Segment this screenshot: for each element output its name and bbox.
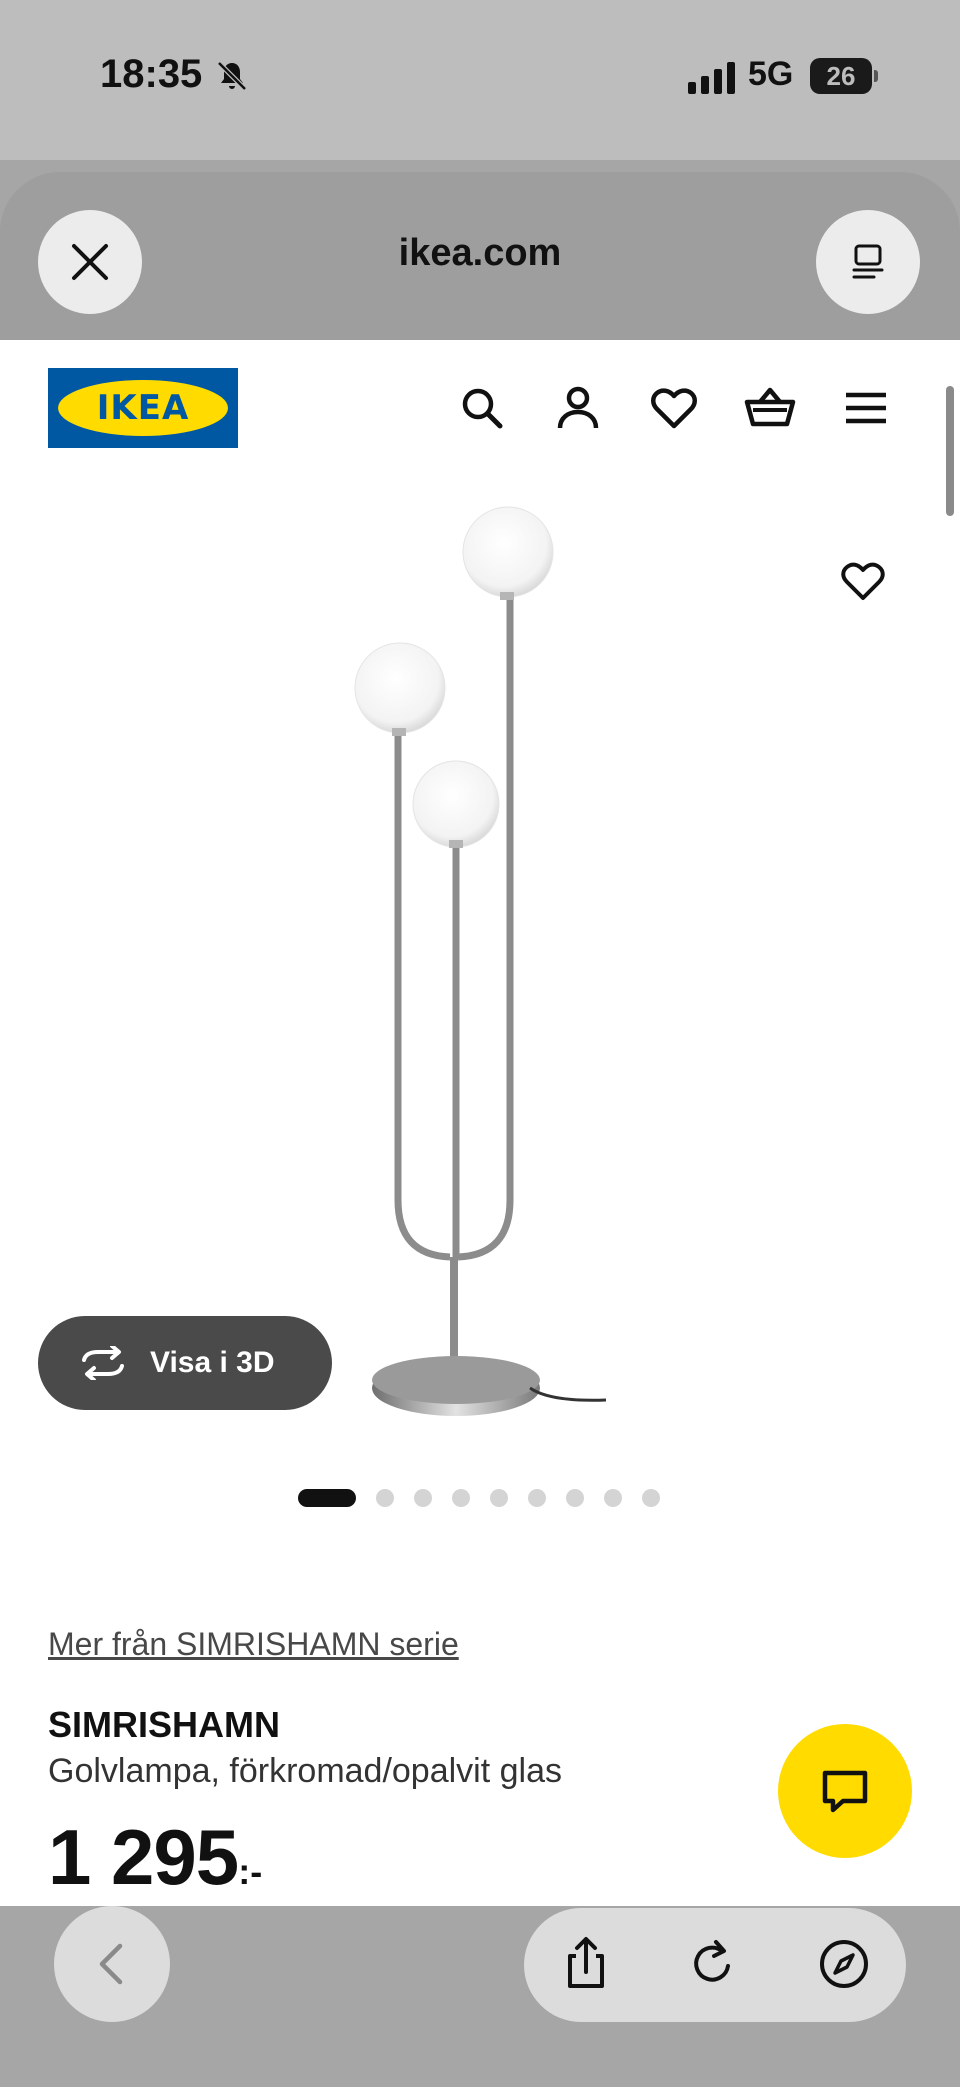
image-carousel-dots[interactable]	[298, 1488, 680, 1508]
reload-icon[interactable]	[684, 1934, 744, 1994]
compass-icon[interactable]	[814, 1934, 874, 1994]
battery-cap	[874, 70, 878, 82]
share-icon[interactable]	[556, 1934, 616, 1994]
product-description: Golvlampa, förkromad/opalvit glas	[48, 1752, 563, 1790]
battery-level: 26	[826, 61, 856, 91]
browser-actions	[524, 1908, 906, 2022]
status-bar: 18:35 5G 26	[0, 0, 960, 160]
account-icon[interactable]	[550, 380, 606, 436]
favourite-icon[interactable]	[838, 556, 888, 606]
price-value: 1 295	[48, 1813, 239, 1901]
back-icon	[99, 1943, 123, 1985]
basket-icon[interactable]	[742, 380, 798, 436]
carousel-dot[interactable]	[642, 1489, 660, 1507]
menu-icon[interactable]	[838, 380, 894, 436]
signal-icon	[688, 62, 735, 94]
carousel-dot[interactable]	[298, 1489, 356, 1507]
view-3d-label: Visa i 3D	[150, 1346, 275, 1379]
product-image[interactable]	[330, 500, 630, 1440]
rotate-3d-icon	[82, 1346, 124, 1380]
network-label: 5G	[748, 55, 794, 93]
ikea-logo[interactable]: IKEA	[48, 368, 238, 448]
battery-icon: 26	[810, 58, 872, 94]
tabs-button[interactable]	[816, 210, 920, 314]
carousel-dot[interactable]	[452, 1489, 470, 1507]
chat-icon	[822, 1770, 868, 1813]
view-3d-button[interactable]: Visa i 3D	[38, 1316, 332, 1410]
price-suffix: :-	[238, 1851, 263, 1892]
search-icon[interactable]	[454, 380, 510, 436]
product-price: 1 295:-	[48, 1812, 262, 1903]
silent-bell-icon	[217, 61, 247, 91]
logo-text: IKEA	[96, 388, 190, 428]
carousel-dot[interactable]	[604, 1489, 622, 1507]
product-name: SIMRISHAMN	[48, 1704, 280, 1745]
carousel-dot[interactable]	[528, 1489, 546, 1507]
scroll-indicator[interactable]	[946, 386, 954, 516]
heart-icon[interactable]	[646, 380, 702, 436]
series-link[interactable]: Mer från SIMRISHAMN serie	[48, 1626, 459, 1663]
status-time: 18:35	[100, 52, 203, 96]
tabs-icon	[852, 244, 884, 279]
carousel-dot[interactable]	[414, 1489, 432, 1507]
carousel-dot[interactable]	[490, 1489, 508, 1507]
carousel-dot[interactable]	[566, 1489, 584, 1507]
chat-button[interactable]	[778, 1724, 912, 1858]
carousel-dot[interactable]	[376, 1489, 394, 1507]
back-button[interactable]	[54, 1906, 170, 2022]
